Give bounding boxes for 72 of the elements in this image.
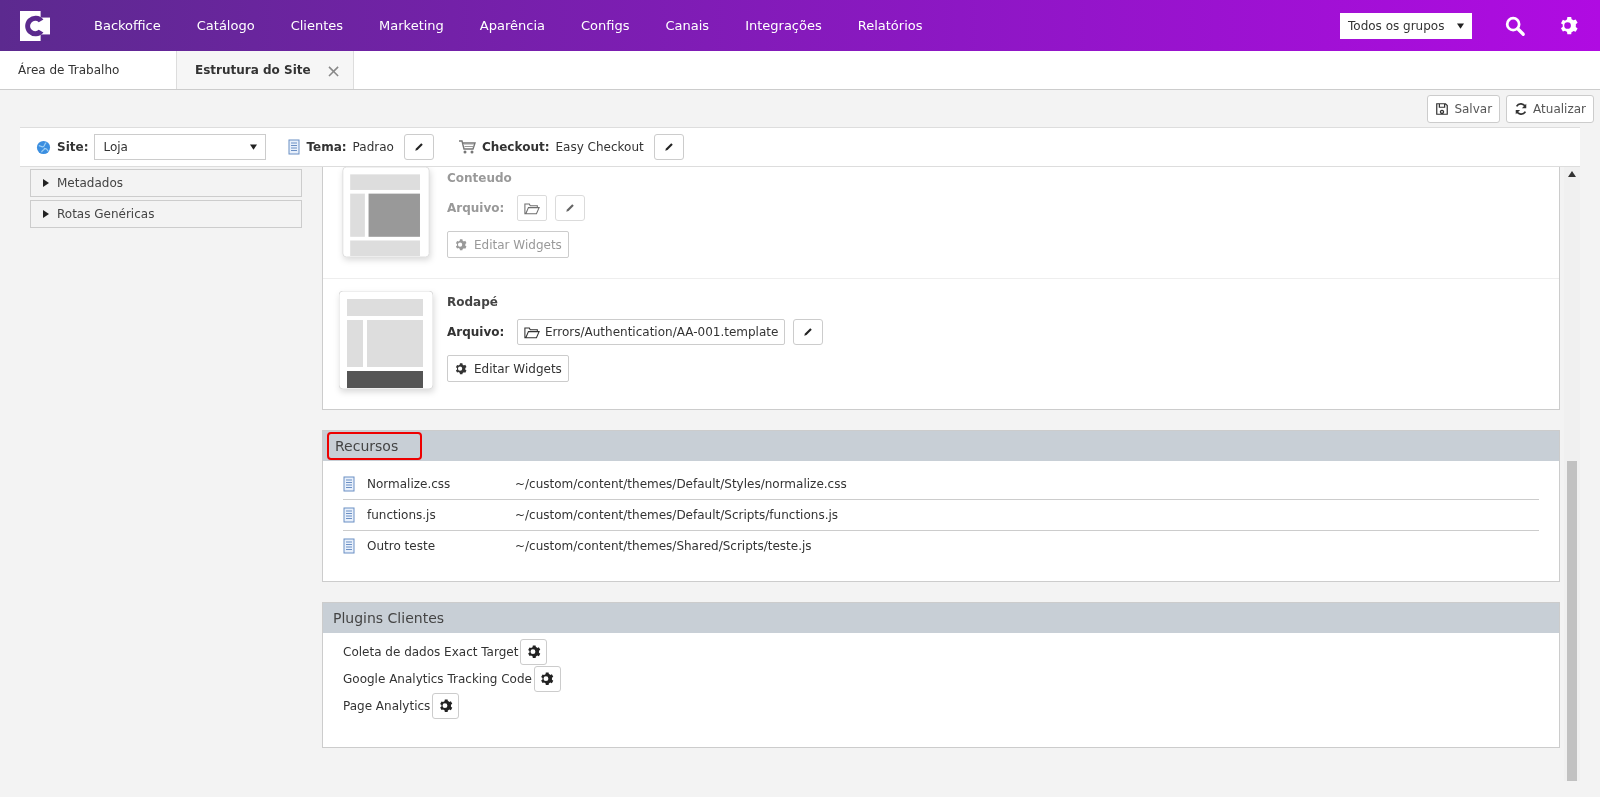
pencil-icon <box>802 326 815 338</box>
section-title: Conteudo <box>447 171 513 185</box>
edit-button[interactable] <box>403 134 434 160</box>
gear-icon <box>454 361 468 376</box>
save-icon <box>1435 101 1450 116</box>
logo-icon[interactable] <box>20 10 50 41</box>
nav-menu-item[interactable]: Catálogo <box>196 18 255 33</box>
theme-label: Tema: <box>306 140 347 154</box>
edit-button[interactable] <box>793 319 824 345</box>
folder-icon <box>524 201 540 215</box>
theme-value: Padrao <box>352 140 394 154</box>
checkout-value: Easy Checkout <box>555 140 644 154</box>
section-title: Rodapé <box>447 295 499 309</box>
plugin-name: Coleta de dados Exact Target <box>343 645 519 659</box>
group-select[interactable]: Todos os grupos <box>1340 12 1472 39</box>
cart-icon <box>457 139 476 155</box>
resource-path: ~/custom/content/themes/Default/Styles/normalize.css <box>515 477 847 491</box>
caret-icon <box>250 144 258 150</box>
refresh-icon <box>1514 101 1529 116</box>
triangle-icon <box>43 179 49 187</box>
pencil-icon <box>412 141 425 153</box>
pencil-icon <box>662 141 675 153</box>
settings-button[interactable] <box>520 639 548 665</box>
edit-button[interactable] <box>653 134 684 160</box>
caret-icon <box>1457 22 1464 29</box>
file-label: Arquivo: <box>447 325 506 339</box>
gear-icon <box>437 698 454 714</box>
nav-menu-item[interactable]: Canais <box>665 18 710 33</box>
panel-title: Recursos <box>327 432 423 460</box>
resource-path: ~/custom/content/themes/Shared/Scripts/teste.js <box>515 539 812 553</box>
pencil-icon <box>564 202 576 214</box>
resource-path: ~/custom/content/themes/Default/Scripts/functions.js <box>515 508 839 522</box>
resource-name: Outro teste <box>367 539 436 553</box>
scroll-up-icon[interactable] <box>1568 171 1576 177</box>
save-button[interactable]: Salvar <box>1427 94 1501 123</box>
settings-button[interactable] <box>432 693 460 719</box>
sidebar-item[interactable]: Rotas Genéricas <box>30 200 302 228</box>
nav-menu-item[interactable]: Configs <box>581 18 630 33</box>
document-icon <box>343 507 355 523</box>
tab[interactable]: Área de Trabalho <box>0 51 176 89</box>
file-button[interactable]: Errors/Authentication/AA-001.template <box>517 319 786 345</box>
nav-menu-item[interactable]: Relatórios <box>857 18 923 33</box>
panel-title: Plugins Clientes <box>332 609 446 628</box>
site-label: Site: <box>57 140 89 154</box>
file-label: Arquivo: <box>447 201 506 215</box>
folder-icon <box>524 325 540 339</box>
settings-icon[interactable] <box>1558 14 1580 37</box>
nav-menu-item[interactable]: Clientes <box>290 18 344 33</box>
settings-button[interactable] <box>533 666 561 692</box>
globe-icon <box>36 139 51 155</box>
checkout-label: Checkout: <box>481 140 550 154</box>
plugin-name: Google Analytics Tracking Code <box>343 672 532 686</box>
resource-name: functions.js <box>367 508 437 522</box>
nav-menu-item[interactable]: Marketing <box>379 18 444 33</box>
gear-icon <box>539 671 556 687</box>
refresh-button[interactable]: Atualizar <box>1506 94 1594 123</box>
search-icon[interactable] <box>1504 14 1526 37</box>
nav-menu-item[interactable]: Aparência <box>479 18 545 33</box>
nav-menu-item[interactable]: Integrações <box>745 18 822 33</box>
site-select[interactable]: Loja <box>94 134 267 160</box>
document-icon <box>343 538 355 554</box>
triangle-icon <box>43 210 49 218</box>
nav-menu-item[interactable]: Backoffice <box>94 18 161 33</box>
gear-icon <box>525 644 542 660</box>
gear-icon <box>454 237 468 252</box>
resource-name: Normalize.css <box>367 477 452 491</box>
document-icon <box>343 476 355 492</box>
tab[interactable]: Estrutura do Site × <box>176 51 354 89</box>
document-icon <box>288 139 301 155</box>
edit-widgets-button[interactable]: Editar Widgets <box>447 355 569 382</box>
plugin-name: Page Analytics <box>343 699 431 713</box>
sidebar-item[interactable]: Metadados <box>30 169 302 197</box>
